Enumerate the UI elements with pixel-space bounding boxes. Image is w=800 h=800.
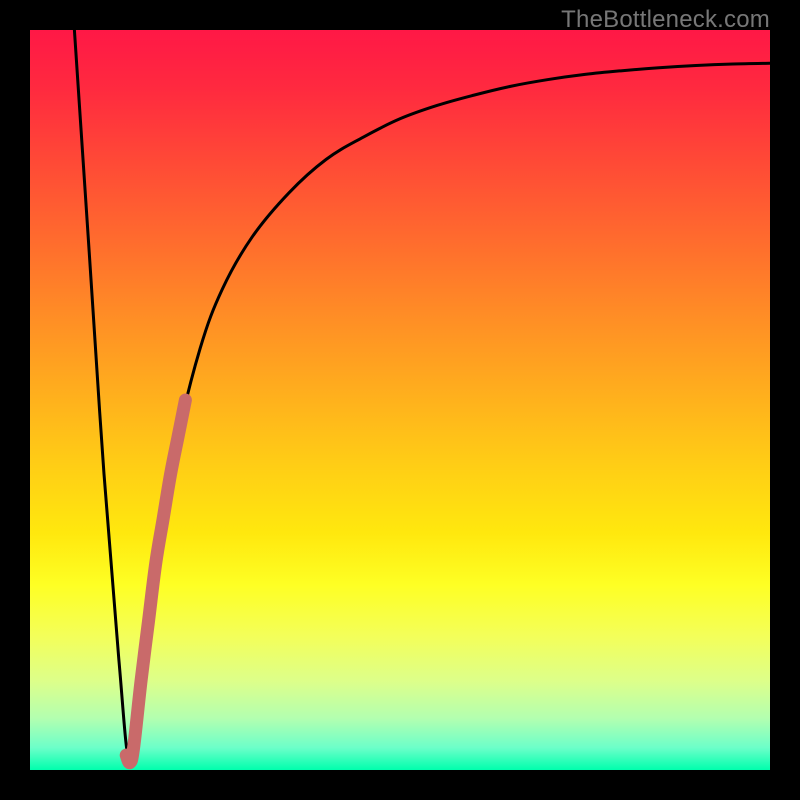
chart-container: TheBottleneck.com: [0, 0, 800, 800]
highlight-segment: [126, 400, 185, 763]
primary-curve: [74, 30, 770, 763]
chart-svg-overlay: [30, 30, 770, 770]
watermark-text: TheBottleneck.com: [561, 6, 770, 34]
